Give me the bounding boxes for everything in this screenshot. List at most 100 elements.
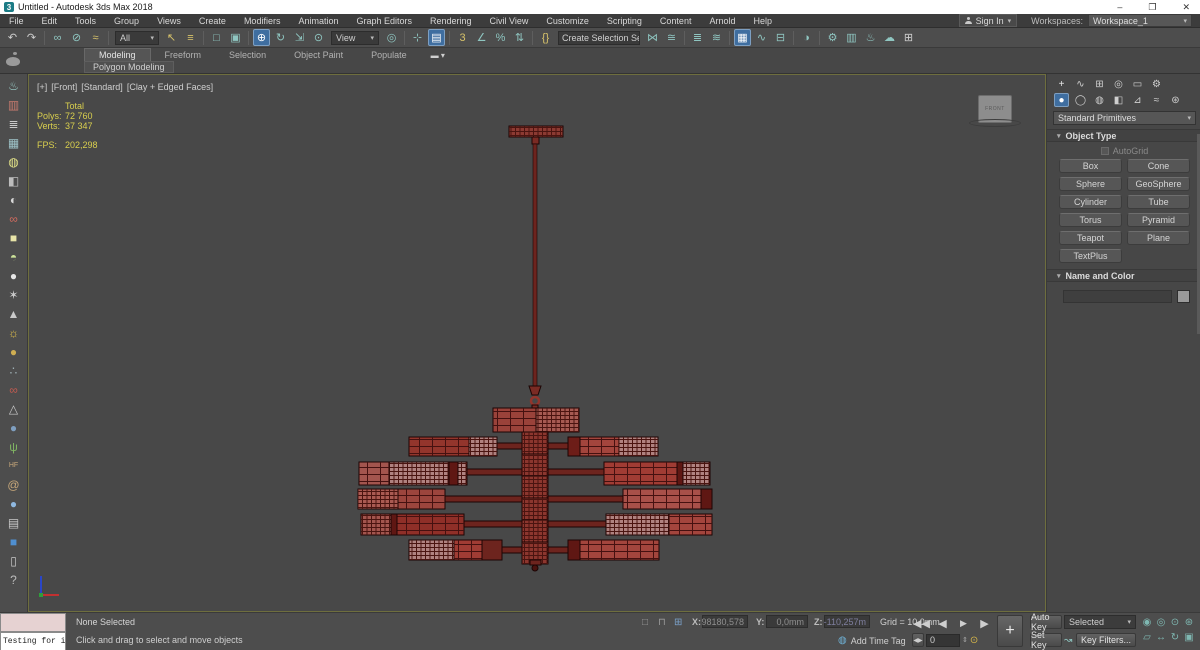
tab-populate[interactable]: Populate [357, 49, 421, 61]
display-tab-icon[interactable]: ▭ [1130, 77, 1145, 91]
rollout-name-and-color[interactable]: ▾ Name and Color [1047, 269, 1200, 282]
light-clamp-icon[interactable]: ◍ [2, 152, 26, 171]
geosphere-half-icon[interactable]: ◐ [2, 190, 26, 209]
mirror-icon[interactable]: ⋈ [644, 29, 661, 46]
go-to-start-icon[interactable]: ◀◀ [913, 615, 930, 632]
render-preview-icon[interactable]: ▥ [2, 95, 26, 114]
redo-icon[interactable]: ↷ [23, 29, 40, 46]
schematic-view-icon[interactable]: ⊟ [772, 29, 789, 46]
align-icon[interactable]: ≅ [663, 29, 680, 46]
tab-selection[interactable]: Selection [215, 49, 280, 61]
toggle-layer-explorer-icon[interactable]: ≋ [708, 29, 725, 46]
orbit-icon[interactable]: ↻ [1168, 630, 1182, 645]
sphere-pair-icon[interactable]: ∞ [2, 380, 26, 399]
clipboard-icon[interactable]: ▤ [2, 513, 26, 532]
space-warps-icon[interactable]: ≈ [1149, 93, 1164, 107]
selection-set-dropdown[interactable]: Selected ▾ [1064, 615, 1136, 629]
foliage-icon[interactable]: ψ [2, 437, 26, 456]
modify-tab-icon[interactable]: ∿ [1073, 77, 1088, 91]
blue-box-icon[interactable]: ■ [2, 532, 26, 551]
next-frame-icon[interactable]: ▶ [976, 615, 993, 632]
key-mode-toggle[interactable]: ◀▶ [912, 633, 924, 647]
curve-editor-icon[interactable]: ∿ [753, 29, 770, 46]
current-frame-field[interactable]: 0 [926, 633, 960, 647]
named-selection-sets-field[interactable]: Create Selection Se [558, 30, 640, 45]
menu-graph-editors[interactable]: Graph Editors [347, 14, 421, 28]
shell-object-icon[interactable]: @ [2, 475, 26, 494]
open-a360-icon[interactable]: ⊞ [900, 29, 917, 46]
menu-edit[interactable]: Edit [33, 14, 67, 28]
shapes-icon[interactable]: ◯ [1073, 93, 1088, 107]
menu-customize[interactable]: Customize [537, 14, 598, 28]
systems-icon[interactable]: ⊛ [1168, 93, 1183, 107]
sphere-icon[interactable]: ● [2, 266, 26, 285]
time-configuration-icon[interactable]: ⊙ [970, 635, 978, 646]
cone-icon[interactable]: ▲ [2, 304, 26, 323]
z-coordinate-field[interactable]: -110,257m [824, 615, 870, 628]
teapot-icon[interactable]: ♨ [2, 76, 26, 95]
absolute-mode-transform-icon[interactable]: ⊞ [674, 617, 682, 628]
render-in-cloud-icon[interactable]: ☁ [881, 29, 898, 46]
frame-spinner[interactable]: ⇕ [962, 636, 968, 644]
sign-in-button[interactable]: Sign In ▾ [958, 14, 1018, 27]
set-keys-button[interactable]: + [997, 615, 1023, 647]
play-icon[interactable]: ▶ [955, 615, 972, 632]
lights-icon[interactable]: ◍ [1092, 93, 1107, 107]
menu-modifiers[interactable]: Modifiers [235, 14, 290, 28]
teapot-button[interactable]: Teapot [1059, 231, 1122, 245]
minimize-button[interactable]: – [1117, 0, 1122, 14]
gold-sphere-icon[interactable]: ● [2, 342, 26, 361]
material-editor-icon[interactable]: ◑ [798, 29, 815, 46]
box-button[interactable]: Box [1059, 159, 1122, 173]
pyramid-button[interactable]: Pyramid [1127, 213, 1190, 227]
maximize-button[interactable]: ❐ [1148, 0, 1156, 14]
rectangular-selection-region-icon[interactable]: □ [208, 29, 225, 46]
ribbon-minimize-icon[interactable]: ▬ ▾ [431, 51, 445, 61]
menu-help[interactable]: Help [744, 14, 781, 28]
pan-icon[interactable]: ↔ [1154, 630, 1168, 645]
render-setup-icon[interactable]: ⚙ [824, 29, 841, 46]
hand-mesh-icon[interactable]: ✶ [2, 285, 26, 304]
helpers-icon[interactable]: ⊿ [1130, 93, 1145, 107]
create-tab-icon[interactable]: + [1054, 77, 1069, 91]
sphere-button[interactable]: Sphere [1059, 177, 1122, 191]
select-object-icon[interactable]: ↖ [163, 29, 180, 46]
rock-sphere-icon[interactable]: ● [2, 418, 26, 437]
torus-button[interactable]: Torus [1059, 213, 1122, 227]
select-and-move-icon[interactable]: ⊕ [253, 29, 270, 46]
menu-views[interactable]: Views [148, 14, 190, 28]
previous-frame-icon[interactable]: ◀ [934, 615, 951, 632]
select-and-manipulate-icon[interactable]: ⊹ [409, 29, 426, 46]
particle-scatter-icon[interactable]: ∴ [2, 361, 26, 380]
spinner-snap-toggle-icon[interactable]: ⇅ [511, 29, 528, 46]
tab-object-paint[interactable]: Object Paint [280, 49, 357, 61]
edit-named-selection-sets-icon[interactable]: {} [537, 29, 554, 46]
zoom-icon[interactable]: ◉ [1140, 615, 1154, 630]
help-icon[interactable]: ? [2, 570, 26, 589]
menu-content[interactable]: Content [651, 14, 701, 28]
bind-to-space-warp-icon[interactable]: ≈ [87, 29, 104, 46]
hf-object-icon[interactable]: HF [2, 456, 26, 475]
maximize-viewport-icon[interactable]: ▣ [1182, 630, 1196, 645]
toggle-ribbon-icon[interactable]: ▦ [734, 29, 751, 46]
menu-scripting[interactable]: Scripting [598, 14, 651, 28]
angle-snap-toggle-icon[interactable]: ∠ [473, 29, 490, 46]
menu-rendering[interactable]: Rendering [421, 14, 481, 28]
geometry-icon[interactable]: ● [1054, 93, 1069, 107]
key-filters-button[interactable]: Key Filters... [1076, 633, 1136, 647]
viewcube[interactable]: FRONT [967, 95, 1023, 135]
unlink-selection-icon[interactable]: ⊘ [68, 29, 85, 46]
viewport[interactable]: [+] [Front] [Standard] [Clay + Edged Fac… [28, 74, 1046, 612]
spreadsheet-icon[interactable]: ▦ [2, 133, 26, 152]
set-key-button[interactable]: Set Key [1030, 630, 1062, 650]
macro-recorder-pane[interactable] [0, 613, 66, 632]
menu-create[interactable]: Create [190, 14, 235, 28]
y-coordinate-field[interactable]: 0,0mm [766, 615, 808, 628]
menu-civil-view[interactable]: Civil View [481, 14, 538, 28]
reference-coordinate-system-dropdown[interactable]: View ▾ [331, 30, 379, 45]
x-coordinate-field[interactable]: 98180,578 [701, 615, 748, 628]
zoom-region-icon[interactable]: ▱ [1140, 630, 1154, 645]
cylinder-button[interactable]: Cylinder [1059, 195, 1122, 209]
hierarchy-tab-icon[interactable]: ⊞ [1092, 77, 1107, 91]
select-and-place-icon[interactable]: ⊙ [310, 29, 327, 46]
